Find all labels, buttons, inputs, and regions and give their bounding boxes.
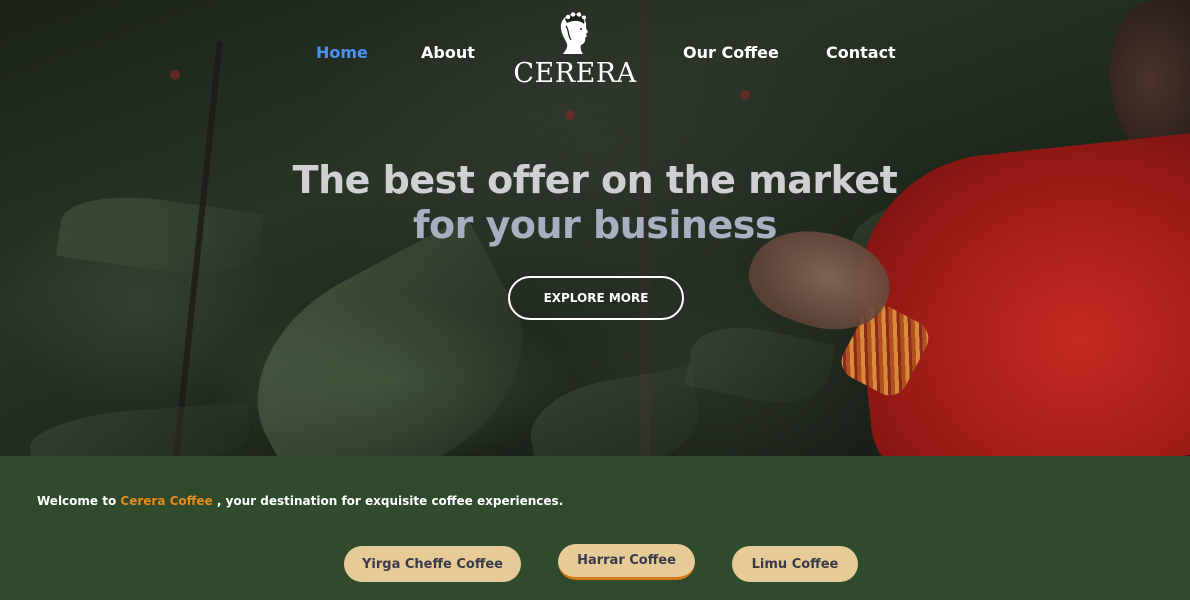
background-leaf [219, 215, 561, 456]
coffee-cherry [740, 90, 750, 100]
headline-line-1: The best offer on the market [292, 158, 898, 202]
coffee-cherry [565, 110, 575, 120]
welcome-prefix: Welcome to [37, 494, 121, 508]
background-leaf [523, 365, 707, 456]
headline-line-2: for your business [413, 203, 777, 247]
welcome-brand: Cerera Coffee [120, 494, 213, 508]
yirga-cheffe-coffee-button[interactable]: Yirga Cheffe Coffee [344, 546, 521, 582]
background-leaf [28, 402, 252, 456]
nav-home-link[interactable]: Home [316, 43, 368, 62]
limu-coffee-button[interactable]: Limu Coffee [732, 546, 858, 582]
welcome-text: Welcome to Cerera Coffee , your destinat… [37, 494, 563, 508]
nav-contact-link[interactable]: Contact [826, 43, 896, 62]
nav-about-link[interactable]: About [421, 43, 475, 62]
explore-more-button[interactable]: EXPLORE MORE [508, 276, 684, 320]
nav-our-coffee-link[interactable]: Our Coffee [683, 43, 779, 62]
hero-headline: The best offer on the market for your bu… [0, 156, 1190, 246]
harrar-coffee-button[interactable]: Harrar Coffee [558, 544, 695, 580]
background-leaf [684, 316, 836, 414]
coffee-cherry [170, 70, 180, 80]
goddess-head-icon [560, 12, 588, 54]
brand-logo[interactable]: CERERA [510, 10, 640, 92]
welcome-suffix: , your destination for exquisite coffee … [212, 494, 564, 508]
logo-wordmark: CERERA [513, 58, 637, 89]
